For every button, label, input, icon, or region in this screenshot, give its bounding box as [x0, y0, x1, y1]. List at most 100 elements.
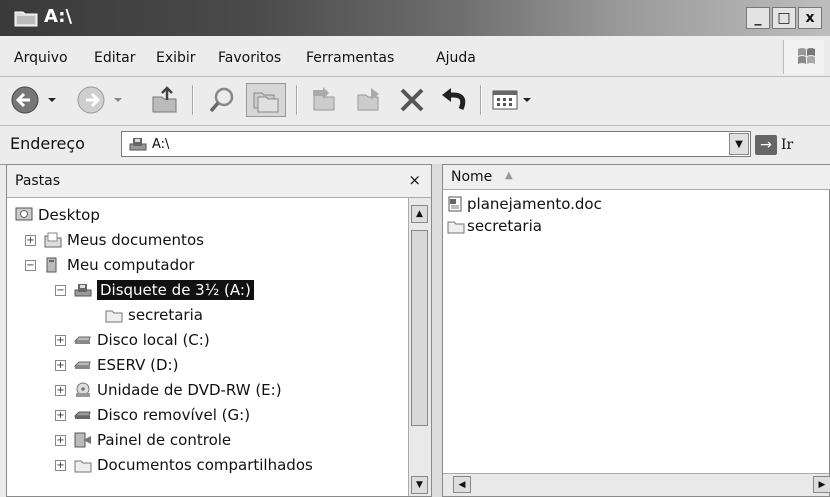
scroll-down-button[interactable]: ▼	[411, 476, 428, 494]
scroll-up-button[interactable]: ▲	[411, 205, 428, 223]
menu-exibir[interactable]: Exibir	[156, 50, 196, 66]
floppy-drive-icon	[74, 282, 92, 298]
expand-toggle[interactable]: +	[55, 384, 66, 396]
tree-item-label: Unidade de DVD-RW (E:)	[97, 381, 282, 399]
tree-item-documentos-compartilhados[interactable]: + Documentos compartilhados	[55, 453, 313, 477]
scroll-thumb[interactable]	[411, 230, 428, 426]
chevron-up-icon: ▲	[416, 209, 423, 219]
chevron-left-icon: ◀	[458, 479, 466, 490]
back-arrow-icon	[11, 86, 56, 114]
collapse-toggle[interactable]: −	[25, 259, 36, 271]
close-pane-button[interactable]: ×	[408, 171, 421, 189]
toolbar-separator	[296, 85, 298, 115]
folder-tree: Desktop + Meus documentos − Meu computad…	[7, 199, 407, 497]
expand-toggle[interactable]: +	[55, 409, 66, 421]
search-button[interactable]	[204, 83, 240, 117]
hard-drive-icon	[73, 332, 92, 348]
pane-splitter[interactable]	[432, 164, 442, 497]
removable-drive-icon	[73, 407, 92, 423]
expand-toggle[interactable]: +	[55, 459, 66, 471]
dvd-drive-icon	[74, 382, 92, 398]
tree-item-secretaria[interactable]: secretaria	[105, 303, 203, 327]
go-button[interactable]: → Ir	[755, 132, 823, 158]
expand-toggle[interactable]: +	[55, 434, 66, 446]
windows-logo-icon	[783, 40, 824, 74]
toolbar-separator	[192, 85, 194, 115]
expand-toggle[interactable]: +	[25, 234, 36, 246]
undo-button[interactable]	[436, 83, 472, 117]
views-button[interactable]	[490, 83, 540, 117]
title-bar[interactable]: A:\ _ □ x	[0, 0, 830, 37]
files-horizontal-scrollbar[interactable]: ◀ ▶	[443, 473, 830, 496]
copy-to-icon	[357, 88, 379, 111]
toolbar	[0, 77, 830, 126]
tree-item-dvd-e[interactable]: + Unidade de DVD-RW (E:)	[55, 378, 282, 402]
folders-pane-header: Pastas ×	[7, 165, 431, 198]
file-item-secretaria[interactable]: secretaria	[447, 216, 542, 236]
tree-item-painel-de-controle[interactable]: + Painel de controle	[55, 428, 231, 452]
address-value: A:\	[152, 137, 170, 152]
tree-item-label: secretaria	[128, 306, 203, 324]
up-folder-button[interactable]	[148, 83, 182, 117]
tree-item-label: Meus documentos	[67, 231, 204, 249]
address-bar: Endereço A:\ ▼ → Ir	[0, 126, 830, 165]
menu-ajuda[interactable]: Ajuda	[436, 50, 476, 66]
toolbar-separator	[480, 85, 482, 115]
tree-item-meus-documentos[interactable]: + Meus documentos	[25, 228, 204, 252]
maximize-button[interactable]: □	[772, 7, 796, 29]
folders-pane-title: Pastas	[15, 173, 61, 189]
document-icon	[447, 196, 465, 212]
close-button[interactable]: x	[798, 7, 822, 29]
floppy-drive-icon	[128, 136, 148, 156]
expand-toggle[interactable]: +	[55, 334, 66, 346]
folders-vertical-scrollbar[interactable]: ▲ ▼	[408, 198, 431, 496]
scroll-right-button[interactable]: ▶	[813, 476, 830, 493]
up-folder-icon	[152, 86, 177, 113]
minimize-button[interactable]: _	[746, 7, 770, 29]
address-field[interactable]: A:\ ▼	[121, 131, 751, 157]
chevron-down-icon: ▼	[735, 138, 743, 150]
menu-arquivo[interactable]: Arquivo	[14, 50, 68, 66]
search-icon	[209, 87, 234, 113]
folder-icon	[14, 9, 38, 27]
sort-ascending-icon: ▲	[505, 170, 513, 181]
chevron-down-icon: ▼	[416, 480, 423, 490]
scroll-left-button[interactable]: ◀	[453, 476, 471, 493]
file-list-pane: Nome ▲ planejamento.doc secretaria ◀ ▶	[442, 164, 830, 497]
documents-folder-icon	[44, 232, 62, 248]
folder-icon	[447, 218, 465, 234]
tree-item-disco-removivel-g[interactable]: + Disco removível (G:)	[55, 403, 250, 427]
delete-button[interactable]	[394, 83, 430, 117]
file-item-planejamento[interactable]: planejamento.doc	[447, 194, 602, 214]
forward-button[interactable]	[76, 83, 130, 117]
menu-ferramentas[interactable]: Ferramentas	[306, 50, 394, 66]
menu-favoritos[interactable]: Favoritos	[218, 50, 281, 66]
move-to-button[interactable]	[306, 83, 342, 117]
tree-item-eserv-d[interactable]: + ESERV (D:)	[55, 353, 178, 377]
tree-item-label: Painel de controle	[97, 431, 232, 449]
forward-arrow-icon	[77, 86, 122, 114]
folders-icon	[253, 92, 279, 113]
window-controls: _ □ x	[746, 7, 822, 29]
shared-folder-icon	[74, 457, 92, 473]
address-dropdown-button[interactable]: ▼	[729, 133, 749, 155]
file-item-label: secretaria	[467, 217, 542, 235]
menu-editar[interactable]: Editar	[94, 50, 135, 66]
tree-item-label-selected: Disquete de 3½ (A:)	[97, 280, 254, 300]
folder-icon	[105, 307, 123, 323]
copy-to-button[interactable]	[350, 83, 386, 117]
tree-item-disco-local-c[interactable]: + Disco local (C:)	[55, 328, 210, 352]
desktop-icon	[15, 207, 33, 223]
tree-item-disquete[interactable]: − Disquete de 3½ (A:)	[55, 278, 254, 302]
tree-item-desktop[interactable]: Desktop	[15, 203, 100, 227]
back-button[interactable]	[10, 83, 64, 117]
tree-item-label: ESERV (D:)	[97, 356, 179, 374]
collapse-toggle[interactable]: −	[55, 284, 66, 296]
column-header-name[interactable]: Nome ▲	[443, 165, 830, 190]
tree-item-meu-computador[interactable]: − Meu computador	[25, 253, 194, 277]
folders-button[interactable]	[246, 83, 286, 117]
expand-toggle[interactable]: +	[55, 359, 66, 371]
file-item-label: planejamento.doc	[467, 195, 602, 213]
go-label: Ir	[781, 137, 794, 153]
delete-icon	[400, 88, 424, 112]
